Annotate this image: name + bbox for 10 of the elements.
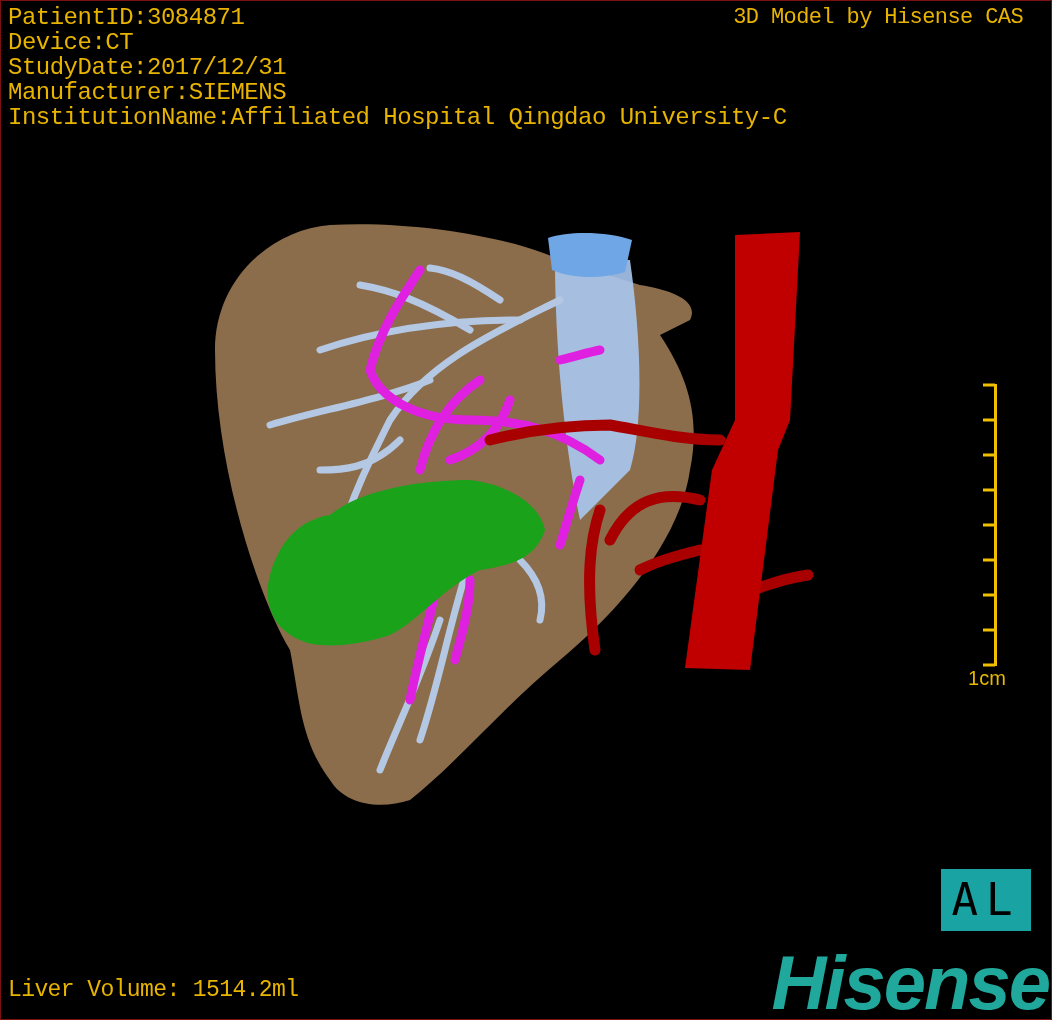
logo: Hisense: [771, 953, 1049, 1013]
liver-volume-text: Liver Volume: 1514.2ml: [8, 977, 299, 1003]
info-line: Device:CT: [8, 30, 134, 55]
viewer-title: 3D Model by Hisense CAS: [733, 5, 1023, 30]
info-line: InstitutionName:Affiliated Hospital Qingdao University-C: [8, 105, 787, 130]
info-line: StudyDate:2017/12/31: [8, 55, 287, 80]
info-line: PatientID:3084871: [8, 5, 245, 30]
scale-label: 1cm: [968, 667, 1006, 690]
orientation-label: AL: [941, 869, 1031, 931]
info-line: Manufacturer:SIEMENS: [8, 80, 287, 105]
